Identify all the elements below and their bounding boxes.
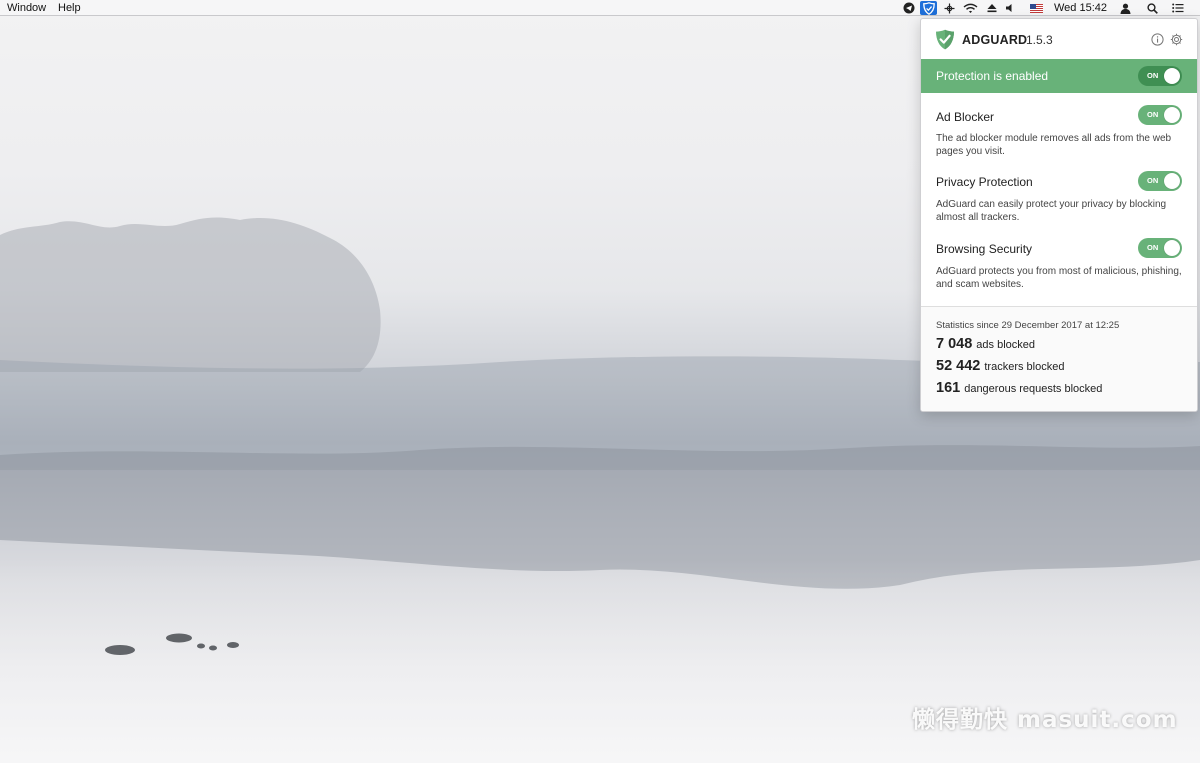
network-icon[interactable] bbox=[942, 1, 956, 15]
stat-label: ads blocked bbox=[976, 339, 1036, 351]
volume-icon[interactable] bbox=[1004, 1, 1016, 15]
module-title: Browsing Security bbox=[936, 242, 1033, 256]
toggle-knob bbox=[1164, 68, 1180, 84]
user-icon[interactable] bbox=[1119, 1, 1132, 15]
menubar-clock[interactable]: Wed 15:42 bbox=[1054, 1, 1107, 15]
stat-dangerous-requests-blocked: 161 dangerous requests blocked bbox=[936, 380, 1102, 396]
us-flag-icon[interactable] bbox=[1029, 1, 1043, 15]
wifi-icon[interactable] bbox=[962, 1, 978, 15]
popup-header: ADGUARD 1.5.3 bbox=[921, 19, 1197, 59]
telegram-icon[interactable] bbox=[901, 1, 916, 15]
brand-version: 1.5.3 bbox=[1026, 33, 1053, 47]
stat-ads-blocked: 7 048 ads blocked bbox=[936, 336, 1035, 352]
eject-icon[interactable] bbox=[986, 1, 998, 15]
module-description: AdGuard protects you from most of malici… bbox=[936, 266, 1182, 290]
module-title: Privacy Protection bbox=[936, 175, 1033, 189]
watermark-text: 懒得勤快 masuit.com bbox=[912, 707, 1178, 733]
toggle-state-label: ON bbox=[1147, 176, 1159, 185]
toggle-state-label: ON bbox=[1147, 243, 1159, 252]
privacy-protection-toggle[interactable]: ON bbox=[1138, 171, 1182, 191]
toggle-knob bbox=[1164, 107, 1180, 123]
menu-bar: Window Help Wed 15:42 bbox=[0, 0, 1200, 16]
toggle-knob bbox=[1164, 240, 1180, 256]
module-description: AdGuard can easily protect your privacy … bbox=[936, 199, 1167, 223]
brand-name: ADGUARD bbox=[962, 33, 1028, 47]
stat-value: 161 bbox=[936, 380, 961, 396]
protection-status-bar: Protection is enabled ON bbox=[921, 59, 1197, 93]
adguard-popup: ADGUARD 1.5.3 Protection is enabled ON A… bbox=[920, 18, 1198, 412]
list-icon[interactable] bbox=[1171, 1, 1185, 15]
ad-blocker-toggle[interactable]: ON bbox=[1138, 105, 1182, 125]
stat-label: dangerous requests blocked bbox=[964, 383, 1103, 395]
statistics-since: Statistics since 29 December 2017 at 12:… bbox=[936, 320, 1120, 331]
stat-label: trackers blocked bbox=[984, 361, 1065, 373]
info-icon[interactable] bbox=[1151, 33, 1164, 51]
statistics-panel: Statistics since 29 December 2017 at 12:… bbox=[921, 307, 1197, 411]
toggle-state-label: ON bbox=[1147, 71, 1159, 80]
protection-toggle[interactable]: ON bbox=[1138, 66, 1182, 86]
adguard-icon[interactable] bbox=[920, 1, 937, 15]
settings-gear-icon[interactable] bbox=[1170, 33, 1183, 51]
menu-window[interactable]: Window bbox=[7, 1, 46, 15]
stat-value: 7 048 bbox=[936, 336, 973, 352]
toggle-knob bbox=[1164, 173, 1180, 189]
search-icon[interactable] bbox=[1146, 1, 1159, 15]
protection-status-label: Protection is enabled bbox=[936, 69, 1049, 83]
menu-help[interactable]: Help bbox=[58, 1, 81, 15]
module-description: The ad blocker module removes all ads fr… bbox=[936, 133, 1172, 157]
adguard-logo-icon bbox=[935, 29, 955, 55]
module-title: Ad Blocker bbox=[936, 110, 995, 124]
stat-trackers-blocked: 52 442 trackers blocked bbox=[936, 358, 1064, 374]
stat-value: 52 442 bbox=[936, 358, 981, 374]
toggle-state-label: ON bbox=[1147, 110, 1159, 119]
browsing-security-toggle[interactable]: ON bbox=[1138, 238, 1182, 258]
